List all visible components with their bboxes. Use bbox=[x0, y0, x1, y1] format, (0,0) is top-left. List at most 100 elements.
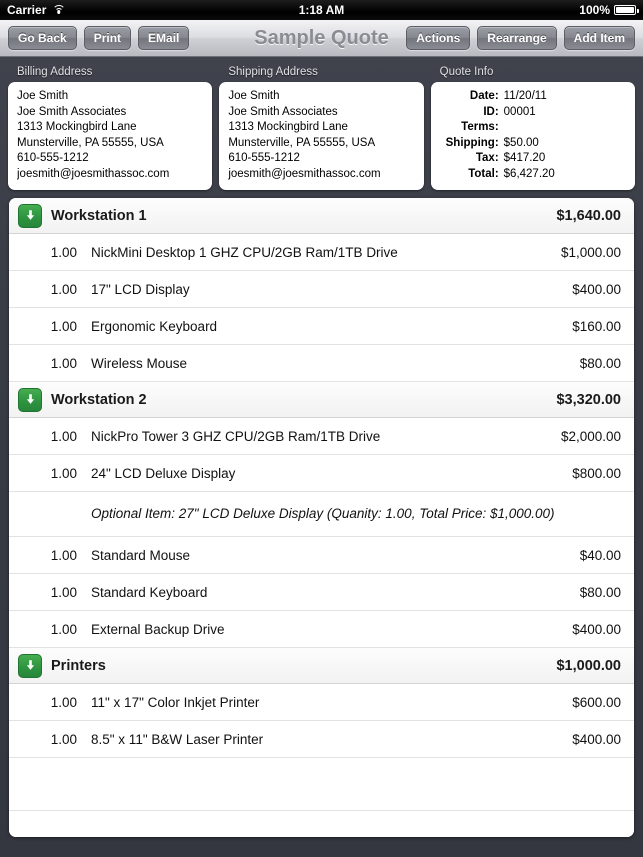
table-row[interactable]: 1.00 11" x 17" Color Inkjet Printer $600.0… bbox=[9, 684, 634, 721]
quote-info-value: $6,427.20 bbox=[503, 167, 555, 180]
item-price: $2,000.00 bbox=[560, 428, 621, 444]
print-button[interactable]: Print bbox=[83, 26, 132, 50]
item-description: 8.5" x 11" B&W Laser Printer bbox=[91, 731, 264, 747]
add-item-button[interactable]: Add Item bbox=[563, 26, 635, 50]
arrow-down-icon[interactable] bbox=[18, 387, 42, 412]
billing-address-body[interactable]: Joe Smith Joe Smith Associates 1313 Mock… bbox=[8, 82, 213, 190]
table-row[interactable]: 1.00 24" LCD Deluxe Display $800.00 bbox=[9, 455, 634, 492]
shipping-address-line: 610-555-1212 bbox=[228, 152, 300, 164]
quote-info-body[interactable]: Date: 11/20/11 ID: 00001 Terms: Shipping… bbox=[430, 82, 635, 190]
quote-info-label: ID: bbox=[483, 105, 499, 118]
quote-info-row-date: Date: 11/20/11 bbox=[440, 89, 626, 105]
actions-button[interactable]: Actions bbox=[406, 26, 471, 50]
item-quantity: 1.00 bbox=[50, 428, 77, 444]
status-bar-right: 100% bbox=[579, 3, 639, 17]
item-quantity: 1.00 bbox=[50, 584, 77, 600]
table-row[interactable]: 1.00 Standard Keyboard $80.00 bbox=[9, 574, 634, 611]
item-description: 17" LCD Display bbox=[91, 281, 190, 297]
table-row[interactable]: 1.00 8.5" x 11" B&W Laser Printer $400.00 bbox=[9, 721, 634, 758]
table-row[interactable]: 1.00 NickPro Tower 3 GHZ CPU/2GB Ram/1TB … bbox=[9, 418, 634, 455]
item-description: 24" LCD Deluxe Display bbox=[91, 465, 236, 481]
quote-info-value: 11/20/11 bbox=[503, 90, 547, 102]
arrow-down-icon[interactable] bbox=[18, 653, 42, 678]
quote-info-label: Shipping: bbox=[445, 136, 499, 149]
group-header[interactable]: Workstation 1 $1,640.00 bbox=[9, 198, 634, 234]
billing-address-line: 610-555-1212 bbox=[17, 152, 89, 164]
item-description: Standard Keyboard bbox=[91, 584, 208, 600]
table-row[interactable]: 1.00 NickMini Desktop 1 GHZ CPU/2GB Ram/1… bbox=[9, 234, 634, 271]
item-price: $80.00 bbox=[579, 584, 621, 600]
empty-list-row bbox=[9, 811, 634, 837]
group-name: Workstation 2 bbox=[51, 391, 147, 408]
shipping-address-line: 1313 Mockingbird Lane bbox=[228, 121, 348, 133]
toolbar-right-group: Actions Rearrange Add Item bbox=[406, 26, 635, 50]
quote-items-list: Workstation 1 $1,640.00 1.00 NickMini Deskt… bbox=[9, 198, 634, 837]
billing-address-panel: Billing Address Joe Smith Joe Smith Asso… bbox=[8, 66, 213, 190]
shipping-address-line: Joe Smith Associates bbox=[228, 105, 338, 118]
shipping-address-panel: Shipping Address Joe Smith Joe Smith Ass… bbox=[219, 66, 424, 190]
group-name: Printers bbox=[51, 657, 106, 674]
quote-info-row-tax: Tax: $417.20 bbox=[440, 151, 626, 167]
shipping-address-line: Joe Smith bbox=[228, 90, 280, 102]
table-row[interactable]: 1.00 Standard Mouse $40.00 bbox=[9, 537, 634, 574]
table-row[interactable]: 1.00 17" LCD Display $400.00 bbox=[9, 271, 634, 308]
quote-info-value: $417.20 bbox=[503, 152, 546, 164]
item-price: $400.00 bbox=[572, 281, 621, 297]
item-quantity: 1.00 bbox=[50, 731, 77, 747]
billing-address-line: Munsterville, PA 55555, USA bbox=[17, 136, 164, 149]
item-price: $80.00 bbox=[579, 355, 621, 371]
rearrange-button[interactable]: Rearrange bbox=[477, 26, 557, 50]
item-description: External Backup Drive bbox=[91, 621, 225, 637]
item-quantity: 1.00 bbox=[50, 694, 77, 710]
quote-info-title: Quote Info bbox=[439, 66, 494, 78]
item-price: $160.00 bbox=[572, 318, 621, 334]
status-bar-time: 1:18 AM bbox=[298, 3, 345, 17]
item-description: Standard Mouse bbox=[91, 547, 191, 563]
quote-info-label: Terms: bbox=[461, 121, 499, 133]
table-row[interactable]: 1.00 External Backup Drive $400.00 bbox=[9, 611, 634, 648]
quote-info-row-terms: Terms: bbox=[440, 120, 626, 136]
quote-info-panel: Quote Info Date: 11/20/11 ID: 00001 Term… bbox=[430, 66, 635, 190]
shipping-address-title: Shipping Address bbox=[228, 66, 318, 78]
status-bar: Carrier 1:18 AM 100% bbox=[0, 0, 643, 20]
wifi-icon bbox=[52, 5, 66, 15]
item-quantity: 1.00 bbox=[50, 355, 77, 371]
item-price: $1,000.00 bbox=[560, 244, 621, 260]
quote-info-row-total: Total: $6,427.20 bbox=[440, 167, 626, 183]
quote-info-value bbox=[504, 120, 626, 136]
arrow-down-icon[interactable] bbox=[18, 203, 42, 228]
item-price: $400.00 bbox=[572, 621, 621, 637]
billing-address-line: joesmith@joesmithassoc.com bbox=[17, 167, 170, 180]
shipping-address-line: joesmith@joesmithassoc.com bbox=[228, 167, 381, 180]
quote-info-row-id: ID: 00001 bbox=[440, 105, 626, 121]
group-total: $1,000.00 bbox=[556, 657, 621, 674]
shipping-address-line: Munsterville, PA 55555, USA bbox=[228, 136, 376, 149]
group-header[interactable]: Workstation 2 $3,320.00 bbox=[9, 382, 634, 418]
item-price: $800.00 bbox=[572, 465, 621, 481]
quote-info-label: Total: bbox=[468, 167, 499, 180]
group-total: $1,640.00 bbox=[556, 207, 621, 224]
optional-item-row[interactable]: Optional Item: 27" LCD Deluxe Display (Q… bbox=[9, 492, 634, 537]
shipping-address-body[interactable]: Joe Smith Joe Smith Associates 1313 Mock… bbox=[219, 82, 424, 190]
group-header[interactable]: Printers $1,000.00 bbox=[9, 648, 634, 684]
item-description: NickMini Desktop 1 GHZ CPU/2GB Ram/1TB D… bbox=[91, 244, 398, 260]
quote-info-row-shipping: Shipping: $50.00 bbox=[440, 136, 626, 152]
info-panels: Billing Address Joe Smith Joe Smith Asso… bbox=[0, 57, 643, 198]
billing-address-line: Joe Smith Associates bbox=[17, 105, 127, 118]
table-row[interactable]: 1.00 Wireless Mouse $80.00 bbox=[9, 345, 634, 382]
battery-full-icon bbox=[614, 5, 639, 15]
toolbar-left-group: Go Back Print EMail bbox=[8, 26, 190, 50]
item-price: $40.00 bbox=[579, 547, 621, 563]
email-button[interactable]: EMail bbox=[138, 26, 190, 50]
quote-info-value: $50.00 bbox=[503, 136, 539, 149]
table-row[interactable]: 1.00 Ergonomic Keyboard $160.00 bbox=[9, 308, 634, 345]
status-bar-left: Carrier bbox=[7, 3, 66, 17]
group-name: Workstation 1 bbox=[51, 207, 147, 224]
go-back-button[interactable]: Go Back bbox=[8, 26, 77, 50]
toolbar: Go Back Print EMail Sample Quote Actions… bbox=[0, 20, 643, 57]
item-description: Wireless Mouse bbox=[91, 355, 188, 371]
group-total: $3,320.00 bbox=[556, 391, 621, 408]
item-quantity: 1.00 bbox=[50, 465, 77, 481]
billing-address-line: Joe Smith bbox=[17, 90, 69, 102]
item-price: $400.00 bbox=[572, 731, 621, 747]
